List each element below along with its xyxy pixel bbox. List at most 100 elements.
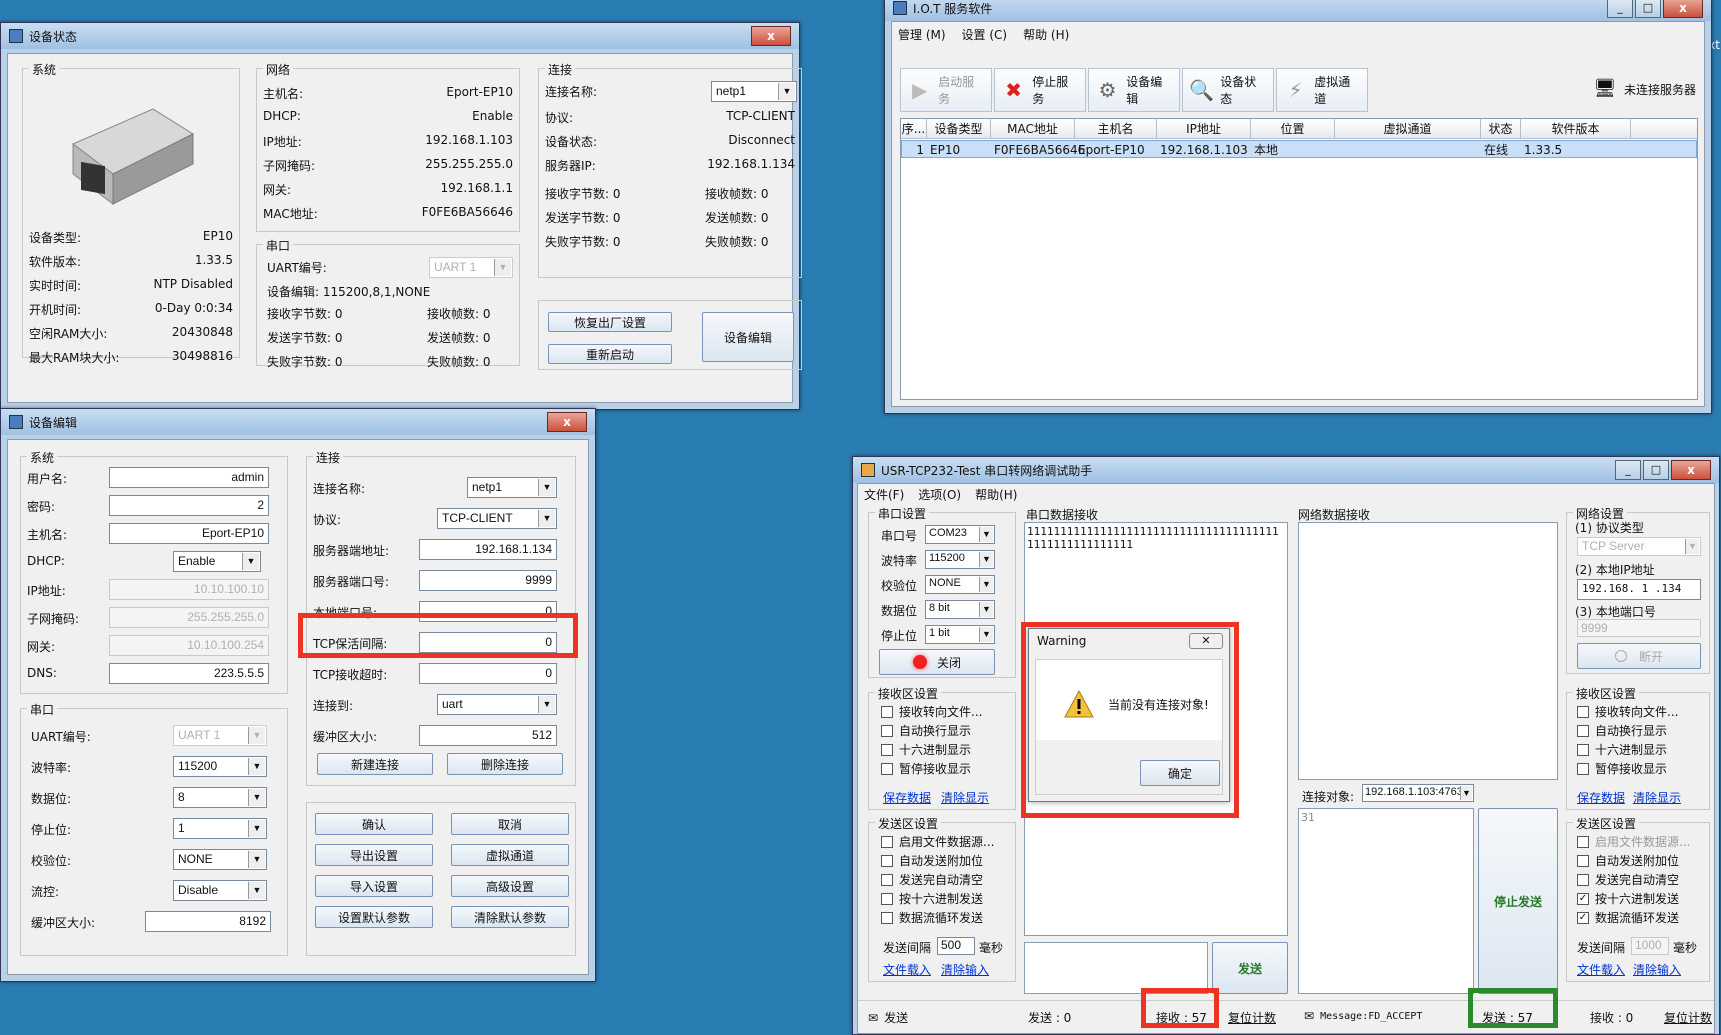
form-select[interactable]: 8 ▼ [173, 787, 267, 808]
net-clear-display-link[interactable]: 清除显示 [1633, 789, 1681, 806]
checkbox-icon[interactable] [1577, 743, 1589, 756]
form-input[interactable]: 9999 [419, 570, 557, 591]
table-header[interactable]: 虚拟通道 [1335, 119, 1481, 139]
option-checkbox[interactable]: 发送完自动清空 [881, 871, 983, 888]
checkbox-icon[interactable] [881, 854, 893, 867]
checkbox-icon[interactable] [881, 762, 893, 775]
form-input[interactable]: 8192 [145, 911, 271, 932]
toolbar-button-0[interactable]: ▶ 启动服务 [900, 68, 992, 112]
option-checkbox[interactable]: ✓ 数据流循环发送 [1577, 909, 1679, 926]
table-header[interactable]: MAC地址 [991, 119, 1075, 139]
net-send-textarea[interactable]: 31 [1298, 808, 1474, 994]
checkbox-icon[interactable] [881, 743, 893, 756]
option-checkbox[interactable]: 数据流循环发送 [881, 909, 983, 926]
delete-connection-button[interactable]: 删除连接 [447, 753, 563, 775]
checkbox-icon[interactable] [881, 835, 893, 848]
option-checkbox[interactable]: 自动发送附加位 [1577, 852, 1679, 869]
option-checkbox[interactable]: 暂停接收显示 [881, 760, 971, 777]
form-select[interactable]: 115200 ▼ [173, 756, 267, 777]
checkbox-icon[interactable]: ✓ [1577, 892, 1589, 905]
clear-input-link[interactable]: 清除输入 [941, 961, 989, 978]
option-checkbox[interactable]: 按十六进制发送 [881, 890, 983, 907]
option-checkbox[interactable]: 自动发送附加位 [881, 852, 983, 869]
interval-input[interactable]: 500 [937, 937, 975, 955]
close-icon[interactable]: x [751, 26, 791, 46]
close-icon[interactable]: x [1663, 0, 1703, 18]
form-input[interactable]: 192.168.1.134 [419, 539, 557, 560]
device-edit-button[interactable]: 设备编辑 [702, 312, 794, 362]
table-header[interactable]: 设备类型 [927, 119, 991, 139]
form-input[interactable]: 0 [419, 663, 557, 684]
serial-setting-select[interactable]: COM23 ▼ [925, 525, 995, 544]
edit-action-button[interactable]: 取消 [451, 813, 569, 835]
save-data-link[interactable]: 保存数据 [883, 789, 931, 806]
title-bar[interactable]: USR-TCP232-Test 串口转网络调试助手 _ □ x [853, 457, 1719, 483]
menu-item[interactable]: 管理 (M) [898, 26, 946, 43]
maximize-icon[interactable]: □ [1643, 460, 1669, 480]
menu-item[interactable]: 选项(O) [918, 486, 961, 503]
table-header[interactable]: 序... [901, 119, 927, 139]
table-header[interactable]: 主机名 [1075, 119, 1157, 139]
stop-send-button[interactable]: 停止发送 [1478, 808, 1558, 994]
serial-send-textarea[interactable] [1024, 942, 1208, 994]
option-checkbox[interactable]: 暂停接收显示 [1577, 760, 1667, 777]
option-checkbox[interactable]: 启用文件数据源... [1577, 833, 1690, 850]
net-recv-textarea[interactable] [1298, 522, 1558, 780]
checkbox-icon[interactable]: ✓ [1577, 911, 1589, 924]
toolbar-button-3[interactable]: 🔍 设备状态 [1182, 68, 1274, 112]
form-input[interactable]: admin [109, 467, 269, 488]
checkbox-icon[interactable] [881, 892, 893, 905]
title-bar[interactable]: 设备编辑 x [1, 409, 595, 435]
edit-action-button[interactable]: 高级设置 [451, 875, 569, 897]
checkbox-icon[interactable] [1577, 762, 1589, 775]
form-select[interactable]: Disable ▼ [173, 880, 267, 901]
edit-action-button[interactable]: 虚拟通道 [451, 844, 569, 866]
factory-reset-button[interactable]: 恢复出厂设置 [548, 312, 672, 332]
checkbox-icon[interactable] [881, 705, 893, 718]
edit-action-button[interactable]: 导出设置 [315, 844, 433, 866]
clear-display-link[interactable]: 清除显示 [941, 789, 989, 806]
serial-reset-count[interactable]: 复位计数 [1228, 1009, 1276, 1026]
checkbox-icon[interactable] [1577, 854, 1589, 867]
table-header[interactable]: 软件版本 [1521, 119, 1631, 139]
checkbox-icon[interactable] [881, 873, 893, 886]
menu-item[interactable]: 设置 (C) [962, 26, 1008, 43]
edit-action-button[interactable]: 设置默认参数 [315, 906, 433, 928]
net-reset-count[interactable]: 复位计数 [1664, 1009, 1712, 1026]
net-clear-input-link[interactable]: 清除输入 [1633, 961, 1681, 978]
file-load-link[interactable]: 文件载入 [883, 961, 931, 978]
checkbox-icon[interactable] [1577, 835, 1589, 848]
option-checkbox[interactable]: 接收转向文件... [881, 703, 982, 720]
form-input[interactable]: 512 [419, 725, 557, 746]
checkbox-icon[interactable] [881, 911, 893, 924]
local-ip-input[interactable]: 192.168. 1 .134 [1577, 579, 1701, 600]
table-row[interactable]: 1 EP10 F0FE6BA56646 Eport-EP10 192.168.1.103… [901, 140, 1697, 158]
net-file-load-link[interactable]: 文件载入 [1577, 961, 1625, 978]
form-input[interactable]: Eport-EP10 [109, 523, 269, 544]
title-bar[interactable]: 设备状态 x [1, 23, 799, 49]
maximize-icon[interactable]: □ [1635, 0, 1661, 18]
serial-setting-select[interactable]: 8 bit ▼ [925, 600, 995, 619]
table-header[interactable]: 状态 [1481, 119, 1521, 139]
option-checkbox[interactable]: 发送完自动清空 [1577, 871, 1679, 888]
edit-action-button[interactable]: 导入设置 [315, 875, 433, 897]
close-port-button[interactable]: 关闭 [879, 649, 995, 675]
option-checkbox[interactable]: 接收转向文件... [1577, 703, 1678, 720]
checkbox-icon[interactable] [881, 724, 893, 737]
form-select[interactable]: NONE ▼ [173, 849, 267, 870]
serial-send-button[interactable]: 发送 [1212, 942, 1288, 994]
serial-setting-select[interactable]: 1 bit ▼ [925, 625, 995, 644]
minimize-icon[interactable]: _ [1607, 0, 1633, 18]
menu-item[interactable]: 文件(F) [864, 486, 904, 503]
option-checkbox[interactable]: 十六进制显示 [881, 741, 971, 758]
toolbar-button-2[interactable]: ⚙ 设备编辑 [1088, 68, 1180, 112]
close-icon[interactable]: x [547, 412, 587, 432]
new-connection-button[interactable]: 新建连接 [317, 753, 433, 775]
form-select[interactable]: TCP-CLIENT ▼ [437, 508, 557, 529]
serial-setting-select[interactable]: NONE ▼ [925, 575, 995, 594]
conn-name-select[interactable]: netp1 ▼ [711, 81, 797, 102]
serial-setting-select[interactable]: 115200 ▼ [925, 550, 995, 569]
option-checkbox[interactable]: 启用文件数据源... [881, 833, 994, 850]
toolbar-button-1[interactable]: ✖ 停止服务 [994, 68, 1086, 112]
close-icon[interactable]: x [1671, 460, 1711, 480]
